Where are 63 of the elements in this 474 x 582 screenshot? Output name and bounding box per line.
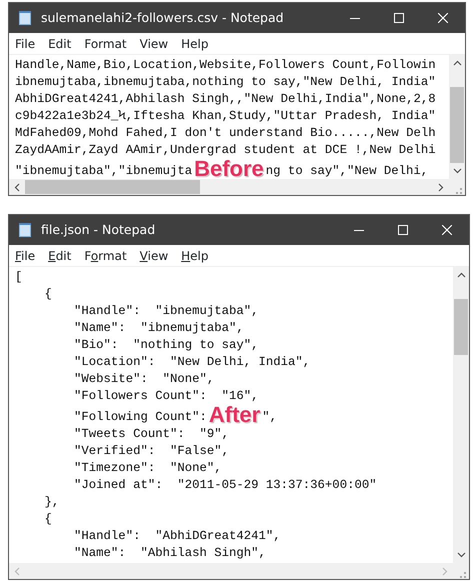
text-line: c9b422a1e3b24_Ϟ,Iftesha Khan,Study,"Uttar Pradesh, India" — [15, 109, 436, 123]
menu-item[interactable]: Format — [84, 34, 127, 52]
menu-item[interactable]: Help — [181, 246, 209, 264]
resize-grip-icon — [460, 572, 466, 578]
menu-item[interactable]: File — [15, 246, 36, 264]
resize-grip-icon — [456, 188, 462, 194]
menu-item[interactable]: Format — [84, 246, 127, 264]
text-line: "Location": "New Delhi, India", — [73, 355, 310, 369]
window-title: file.json - Notepad — [41, 220, 156, 239]
text-line: AbhiDGreat4241,Abhilash Singh,,"New Delhi,India",None,2,8 — [15, 92, 436, 106]
text-line: "Timezone": "None", — [73, 461, 222, 475]
menu-item[interactable]: Edit — [48, 246, 72, 264]
scroll-up-icon — [452, 60, 462, 66]
text-line: Handle,Name,Bio,Location,Website,Followers Count,Followin — [15, 58, 436, 72]
scroll-right-icon — [442, 566, 448, 576]
text-line: ng to say","New Delhi, — [266, 164, 428, 178]
scroll-left-icon — [14, 566, 20, 576]
scroll-thumb[interactable] — [25, 180, 200, 194]
close-icon — [442, 225, 452, 235]
text-line: "Name": "Abhilash Singh", — [73, 546, 266, 560]
scroll-left-icon — [14, 182, 20, 192]
text-line: "Following Count": — [73, 410, 207, 424]
text-line: { — [44, 287, 52, 301]
text-line: ", — [262, 410, 277, 424]
text-line: "Name": "ibnemujtaba", — [73, 321, 244, 335]
menu-item[interactable]: View — [140, 34, 168, 52]
text-line: { — [44, 512, 52, 526]
maximize-icon — [394, 13, 404, 23]
text-line: "Followers Count": "16", — [73, 389, 259, 403]
vertical-scrollbar[interactable] — [453, 267, 469, 563]
horizontal-scrollbar[interactable] — [9, 179, 465, 195]
annotation-label: After — [208, 405, 260, 425]
text-line: ZaydAAmir,Zayd AAmir,Undergrad student at DCE !,New Delhi — [15, 143, 436, 157]
notepad-icon — [17, 10, 33, 26]
maximize-icon — [398, 225, 408, 235]
menu-item[interactable]: File — [15, 34, 36, 52]
menu-item[interactable]: View — [140, 246, 168, 264]
horizontal-scrollbar[interactable] — [9, 563, 469, 579]
scroll-thumb[interactable] — [454, 299, 468, 355]
text-line: MdFahed09,Mohd Fahed,I don't understand Bio.....,New Delh — [15, 126, 436, 140]
scroll-down-icon — [452, 168, 462, 174]
menu-item[interactable]: Edit — [48, 34, 72, 52]
vertical-scrollbar[interactable] — [449, 55, 465, 179]
text-line: "Verified": "False", — [73, 444, 230, 458]
annotation-label: Before — [194, 159, 264, 179]
text-line: "Tweets Count": "9", — [73, 427, 230, 441]
close-icon — [438, 13, 448, 23]
text-line: "ibnemujtaba","ibnemujta — [15, 164, 192, 178]
text-line: }, — [44, 495, 60, 509]
scroll-right-icon — [438, 182, 444, 192]
text-line: "Website": "None", — [73, 372, 214, 386]
text-line: "Joined at": "2011-05-29 13:37:36+00:00" — [73, 478, 377, 492]
text-line: "Bio": "nothing to say", — [73, 338, 259, 352]
text-line: "Handle": "AbhiDGreat4241", — [73, 529, 281, 543]
text-line: "Handle": "ibnemujtaba", — [73, 304, 259, 318]
window-title: sulemanelahi2-followers.csv - Notepad — [41, 8, 285, 27]
scroll-thumb[interactable] — [450, 87, 464, 163]
scroll-down-icon — [456, 552, 466, 558]
text-line: [ — [15, 270, 22, 284]
menu-item[interactable]: Help — [181, 34, 208, 52]
notepad-icon — [17, 222, 33, 238]
scroll-up-icon — [456, 272, 466, 278]
text-line: ibnemujtaba,ibnemujtaba,nothing to say,"New Delhi, India" — [15, 75, 436, 89]
